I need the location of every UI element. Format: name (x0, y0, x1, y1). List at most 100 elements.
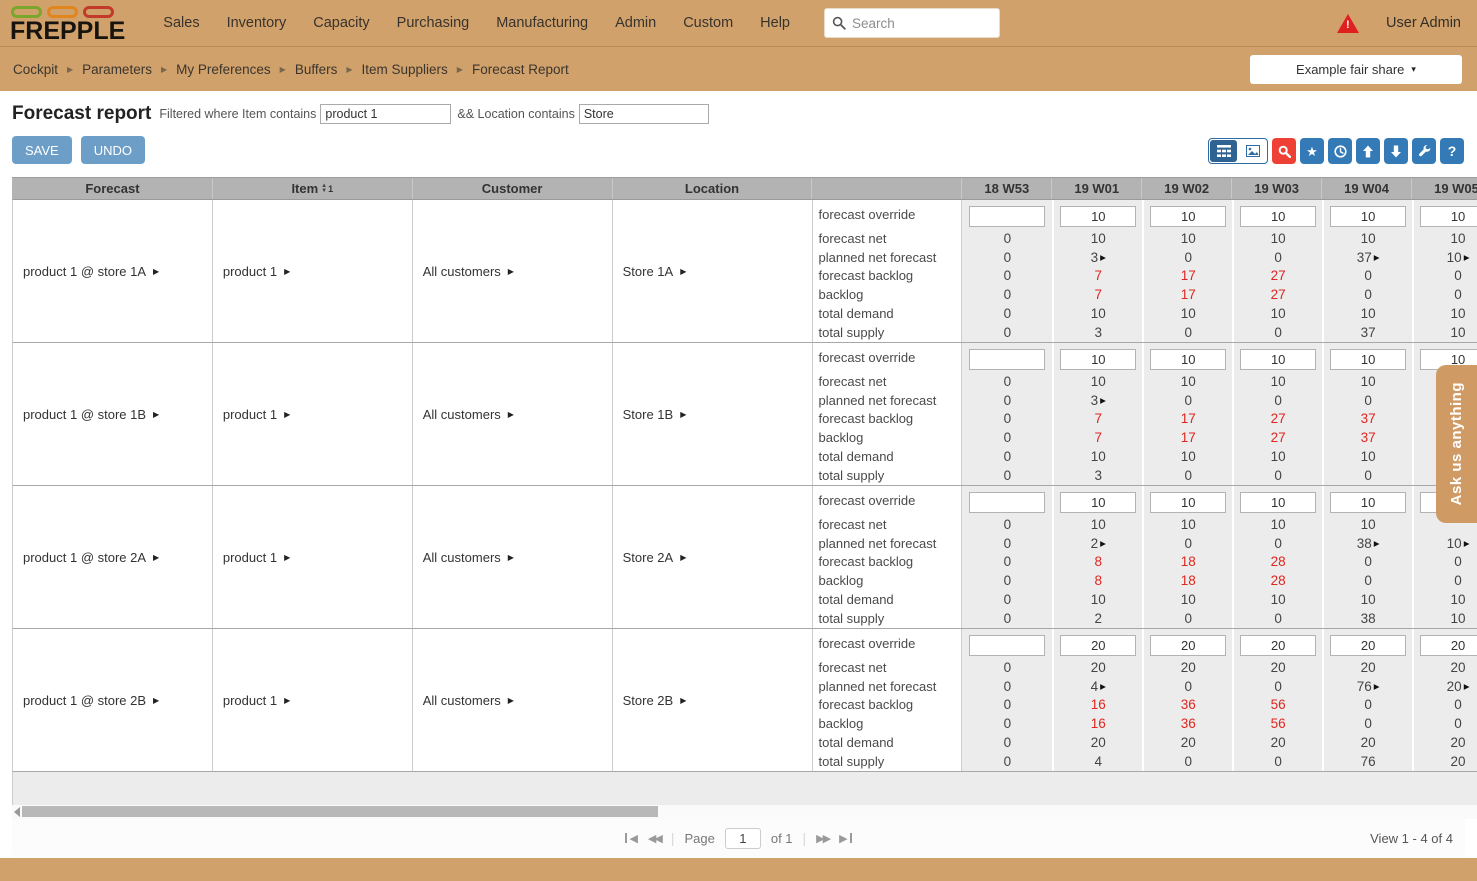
drilldown-arrow-icon[interactable]: ▶ (153, 410, 159, 419)
drilldown-arrow-icon[interactable]: ▶ (284, 410, 290, 419)
week-header[interactable]: 19 W04 (1322, 178, 1412, 199)
drilldown-arrow-icon[interactable]: ▶ (153, 267, 159, 276)
forecast-override-input[interactable] (1330, 206, 1406, 227)
nav-item-purchasing[interactable]: Purchasing (397, 15, 470, 31)
drilldown-arrow-icon[interactable]: ▶ (508, 553, 514, 562)
import-button[interactable] (1384, 138, 1408, 164)
table-view-button[interactable] (1210, 140, 1237, 162)
breadcrumb-item[interactable]: Parameters (82, 62, 152, 77)
detail-arrow-icon[interactable]: ▶ (1374, 253, 1380, 262)
forecast-override-input[interactable] (1060, 206, 1136, 227)
next-page-button[interactable]: ▶▶ (816, 832, 829, 845)
location-cell[interactable]: Store 1B▶ (613, 343, 813, 485)
drilldown-arrow-icon[interactable]: ▶ (508, 696, 514, 705)
week-header[interactable]: 19 W02 (1142, 178, 1232, 199)
forecast-override-input[interactable] (1420, 635, 1477, 656)
breadcrumb-item[interactable]: Buffers (295, 62, 338, 77)
item-cell[interactable]: product 1▶ (213, 629, 413, 771)
nav-item-inventory[interactable]: Inventory (227, 15, 287, 31)
prev-page-button[interactable]: ◀◀ (648, 832, 661, 845)
forecast-cell[interactable]: product 1 @ store 1A▶ (13, 200, 213, 342)
forecast-override-input[interactable] (969, 635, 1045, 656)
drilldown-arrow-icon[interactable]: ▶ (284, 696, 290, 705)
forecast-override-input[interactable] (1240, 349, 1316, 370)
customer-cell[interactable]: All customers▶ (413, 486, 613, 628)
drilldown-arrow-icon[interactable]: ▶ (680, 553, 686, 562)
week-header[interactable]: 18 W53 (962, 178, 1052, 199)
favorites-button[interactable]: ★ (1300, 138, 1324, 164)
drilldown-arrow-icon[interactable]: ▶ (680, 696, 686, 705)
forecast-override-input[interactable] (1060, 635, 1136, 656)
forecast-override-input[interactable] (969, 349, 1045, 370)
forecast-override-input[interactable] (1060, 349, 1136, 370)
detail-arrow-icon[interactable]: ▶ (1100, 253, 1106, 262)
drilldown-arrow-icon[interactable]: ▶ (680, 410, 686, 419)
nav-item-sales[interactable]: Sales (163, 15, 199, 31)
location-cell[interactable]: Store 2A▶ (613, 486, 813, 628)
customer-cell[interactable]: All customers▶ (413, 629, 613, 771)
filter-item-input[interactable] (320, 104, 451, 124)
breadcrumb-item[interactable]: My Preferences (176, 62, 271, 77)
nav-item-custom[interactable]: Custom (683, 15, 733, 31)
frepple-logo[interactable]: FREPPLE (10, 5, 125, 44)
ask-us-anything-tab[interactable]: Ask us anything (1436, 365, 1477, 523)
page-input[interactable] (725, 828, 761, 849)
column-header-customer[interactable]: Customer (413, 178, 613, 199)
nav-item-admin[interactable]: Admin (615, 15, 656, 31)
last-page-button[interactable]: ▶ (839, 832, 853, 845)
forecast-override-input[interactable] (969, 492, 1045, 513)
first-page-button[interactable]: ◀ (623, 832, 637, 845)
customize-button[interactable] (1412, 138, 1436, 164)
nav-item-help[interactable]: Help (760, 15, 790, 31)
search-filter-button[interactable] (1272, 138, 1296, 164)
graph-view-button[interactable] (1239, 140, 1266, 162)
forecast-cell[interactable]: product 1 @ store 2B▶ (13, 629, 213, 771)
detail-arrow-icon[interactable]: ▶ (1464, 682, 1470, 691)
detail-arrow-icon[interactable]: ▶ (1100, 539, 1106, 548)
forecast-cell[interactable]: product 1 @ store 1B▶ (13, 343, 213, 485)
forecast-override-input[interactable] (1150, 635, 1226, 656)
forecast-override-input[interactable] (1150, 349, 1226, 370)
forecast-override-input[interactable] (969, 206, 1045, 227)
forecast-override-input[interactable] (1240, 492, 1316, 513)
column-header-item[interactable]: Item▲▼1 (213, 178, 413, 199)
drilldown-arrow-icon[interactable]: ▶ (680, 267, 686, 276)
drilldown-arrow-icon[interactable]: ▶ (284, 267, 290, 276)
column-header-forecast[interactable]: Forecast (13, 178, 213, 199)
forecast-override-input[interactable] (1330, 635, 1406, 656)
nav-item-capacity[interactable]: Capacity (313, 15, 369, 31)
location-cell[interactable]: Store 2B▶ (613, 629, 813, 771)
detail-arrow-icon[interactable]: ▶ (1374, 539, 1380, 548)
scenario-selector[interactable]: Example fair share ▾ (1250, 55, 1462, 84)
item-cell[interactable]: product 1▶ (213, 200, 413, 342)
detail-arrow-icon[interactable]: ▶ (1464, 539, 1470, 548)
drilldown-arrow-icon[interactable]: ▶ (508, 267, 514, 276)
forecast-override-input[interactable] (1330, 492, 1406, 513)
item-cell[interactable]: product 1▶ (213, 486, 413, 628)
forecast-override-input[interactable] (1150, 492, 1226, 513)
detail-arrow-icon[interactable]: ▶ (1100, 682, 1106, 691)
nav-item-manufacturing[interactable]: Manufacturing (496, 15, 588, 31)
breadcrumb-item[interactable]: Item Suppliers (362, 62, 448, 77)
drilldown-arrow-icon[interactable]: ▶ (284, 553, 290, 562)
breadcrumb-item[interactable]: Cockpit (13, 62, 58, 77)
breadcrumb-item[interactable]: Forecast Report (472, 62, 569, 77)
week-header[interactable]: 19 W03 (1232, 178, 1322, 199)
detail-arrow-icon[interactable]: ▶ (1464, 253, 1470, 262)
forecast-override-input[interactable] (1240, 206, 1316, 227)
item-cell[interactable]: product 1▶ (213, 343, 413, 485)
forecast-override-input[interactable] (1060, 492, 1136, 513)
help-button[interactable]: ? (1440, 138, 1464, 164)
time-buckets-button[interactable] (1328, 138, 1352, 164)
forecast-override-input[interactable] (1330, 349, 1406, 370)
save-button[interactable]: SAVE (12, 136, 72, 164)
customer-cell[interactable]: All customers▶ (413, 200, 613, 342)
drilldown-arrow-icon[interactable]: ▶ (153, 553, 159, 562)
undo-button[interactable]: UNDO (81, 136, 145, 164)
forecast-override-input[interactable] (1420, 206, 1477, 227)
warning-icon[interactable]: ! (1337, 14, 1359, 33)
search-input[interactable] (824, 8, 1000, 38)
detail-arrow-icon[interactable]: ▶ (1374, 682, 1380, 691)
user-menu[interactable]: User Admin (1386, 15, 1461, 31)
forecast-cell[interactable]: product 1 @ store 2A▶ (13, 486, 213, 628)
